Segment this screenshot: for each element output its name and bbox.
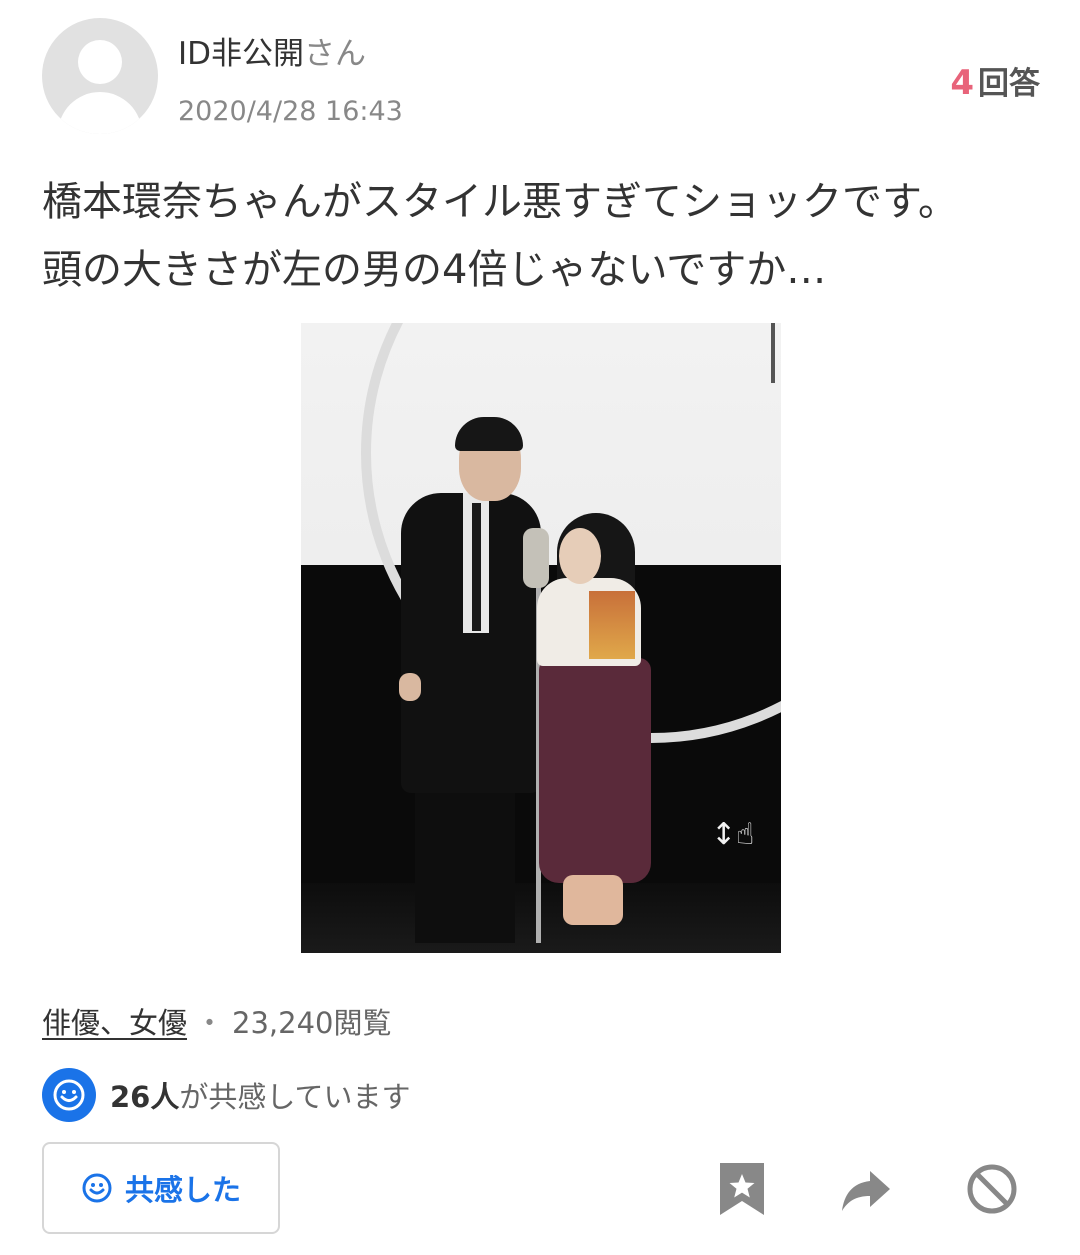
question-line-2: 頭の大きさが左の男の4倍じゃないですか… bbox=[42, 247, 827, 293]
smile-icon-glyph bbox=[53, 1079, 85, 1111]
question-line-1: 橋本環奈ちゃんがスタイル悪すぎてショックです。 bbox=[42, 179, 958, 225]
photo-man-legs bbox=[415, 783, 515, 943]
question-meta: 俳優、女優・ 23,240閲覧 bbox=[42, 1000, 392, 1042]
photo-man-tie bbox=[472, 503, 481, 631]
empathy-label: が共感しています bbox=[179, 1080, 411, 1114]
photo-woman-face bbox=[559, 528, 601, 584]
empathize-button[interactable]: 共感した bbox=[42, 1142, 280, 1234]
post-timestamp: 2020/4/28 16:43 bbox=[178, 96, 403, 127]
smile-icon bbox=[42, 1068, 96, 1122]
share-arrow-icon[interactable] bbox=[840, 1163, 892, 1215]
photo-woman-top-stripe bbox=[589, 591, 635, 659]
user-name-suffix: さん bbox=[304, 36, 367, 72]
user-name-id: ID非公開 bbox=[178, 36, 305, 72]
question-image[interactable]: ↕☝ bbox=[301, 323, 781, 953]
bookmark-star-icon[interactable] bbox=[716, 1163, 768, 1215]
answer-count-number: 4 bbox=[950, 63, 974, 103]
photo-man-hand bbox=[399, 673, 421, 701]
answer-count-label: 回答 bbox=[978, 66, 1040, 102]
bookmark-star-glyph bbox=[720, 1163, 764, 1215]
answer-count-link[interactable]: 4 回答 bbox=[950, 58, 1040, 103]
block-glyph bbox=[967, 1164, 1017, 1214]
empathy-text: 26人が共感しています bbox=[110, 1074, 411, 1116]
empathize-button-label: 共感した bbox=[124, 1173, 241, 1207]
smile-outline-icon bbox=[82, 1173, 112, 1203]
photo-floor bbox=[301, 883, 781, 953]
avatar-body-shape bbox=[58, 92, 142, 134]
user-name[interactable]: ID非公開さん bbox=[178, 28, 366, 73]
avatar-head-shape bbox=[78, 40, 122, 84]
meta-separator: ・ bbox=[195, 1006, 225, 1040]
block-icon[interactable] bbox=[966, 1163, 1018, 1215]
photo-woman-shoes bbox=[563, 875, 623, 925]
photo-mic-head bbox=[523, 528, 549, 588]
photo-woman-skirt bbox=[539, 658, 651, 883]
photo-screen-edge bbox=[771, 323, 775, 383]
share-arrow-glyph bbox=[842, 1171, 890, 1211]
view-count: 23,240閲覧 bbox=[232, 1006, 392, 1040]
category-link[interactable]: 俳優、女優 bbox=[42, 1006, 187, 1040]
user-avatar[interactable] bbox=[42, 18, 158, 134]
empathy-summary: 26人が共感しています bbox=[42, 1068, 411, 1122]
photo-overlay-glyph: ↕☝ bbox=[711, 817, 755, 852]
question-body: 橋本環奈ちゃんがスタイル悪すぎてショックです。 頭の大きさが左の男の4倍じゃない… bbox=[42, 168, 1042, 304]
empathy-count: 26人 bbox=[110, 1080, 180, 1114]
